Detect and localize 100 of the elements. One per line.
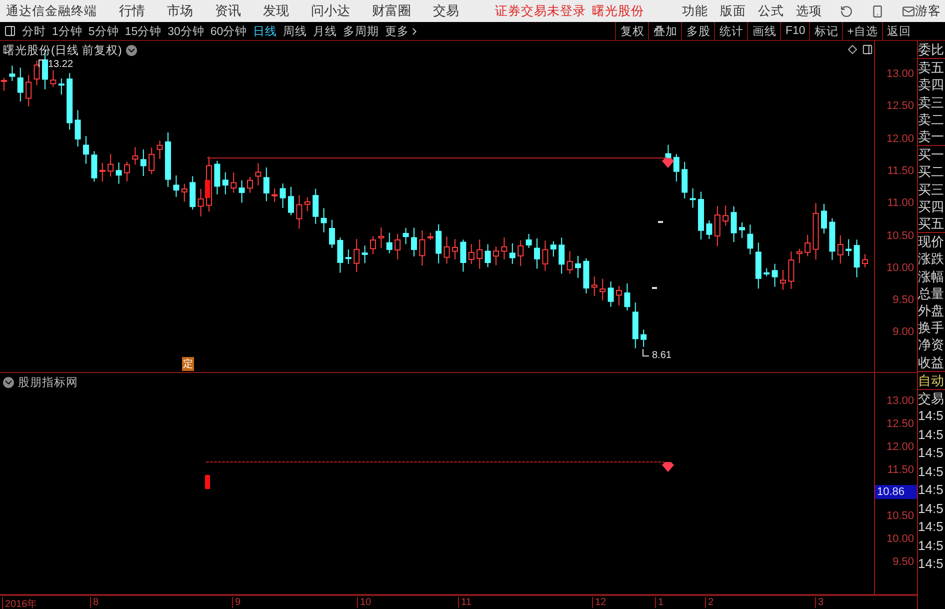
quote-field-label: 涨幅 bbox=[918, 268, 945, 285]
chart-title: 曙光股份(日线 前复权) bbox=[3, 44, 122, 58]
period-tab[interactable]: 多周期 bbox=[343, 24, 380, 38]
quote-field-label: 买五 bbox=[918, 215, 945, 232]
price-axis-label: 10.00 bbox=[886, 262, 914, 274]
menu-item[interactable]: 市场 bbox=[167, 2, 193, 20]
period-tab[interactable]: 分时 bbox=[22, 24, 46, 38]
dropdown-icon[interactable] bbox=[126, 45, 137, 56]
quote-field-label: 换手 bbox=[918, 319, 945, 336]
quote-field-label: 买三 bbox=[918, 180, 945, 198]
tool-menu-item[interactable]: 公式 bbox=[758, 2, 784, 20]
price-axis-label: 9.50 bbox=[892, 294, 914, 306]
period-tab[interactable]: 30分钟 bbox=[168, 24, 204, 38]
price-axis-label: 11.50 bbox=[887, 164, 914, 177]
current-price-label: 10.86 bbox=[875, 485, 917, 500]
trade-time: 14:5 bbox=[918, 462, 944, 481]
quote-field-label: 卖五 bbox=[918, 59, 945, 76]
gem-icon bbox=[662, 158, 674, 168]
quote-field-label: 现价 bbox=[918, 233, 945, 250]
toolbar-button[interactable]: 画线 bbox=[747, 22, 780, 40]
date-axis-label: 8 bbox=[90, 597, 99, 608]
trade-time: 14:5 bbox=[918, 500, 944, 518]
quote-field-label: 卖一 bbox=[918, 128, 945, 146]
trade-time: 14:5 bbox=[918, 518, 944, 536]
period-tab[interactable]: 月线 bbox=[313, 24, 338, 38]
menu-item[interactable]: 交易 bbox=[433, 2, 459, 20]
trade-label: 交易 bbox=[918, 390, 945, 408]
quote-field-label: 卖三 bbox=[918, 94, 945, 111]
price-axis-label: 12.00 bbox=[886, 132, 914, 145]
date-axis-label: 12 bbox=[592, 597, 606, 608]
quote-field-label: 卖二 bbox=[918, 110, 945, 128]
quote-field-label: 卖四 bbox=[918, 76, 945, 94]
period-tab[interactable]: 周线 bbox=[283, 24, 308, 38]
diamond-icon[interactable] bbox=[848, 45, 857, 54]
leader-line bbox=[642, 349, 650, 357]
price-axis-label: 12.50 bbox=[886, 418, 914, 430]
toolbar-button[interactable]: 复权 bbox=[615, 22, 648, 40]
trade-time: 14:5 bbox=[918, 444, 944, 462]
toolbar-button[interactable]: 多股 bbox=[681, 22, 714, 40]
toolbar-button[interactable]: F10 bbox=[780, 22, 810, 40]
status-notice: 曙光股份 bbox=[592, 2, 644, 20]
period-tab[interactable]: 1分钟 bbox=[52, 24, 82, 38]
quote-field-label: 净资 bbox=[918, 336, 945, 354]
period-tab[interactable]: 5分钟 bbox=[88, 24, 119, 38]
high-price-label: 13.22 bbox=[48, 59, 74, 70]
marker-badge: 定 bbox=[182, 357, 194, 372]
trade-time: 14:5 bbox=[918, 407, 944, 426]
quote-field-label: 买二 bbox=[918, 163, 945, 181]
quote-field-label: 涨跌 bbox=[918, 250, 945, 268]
trade-time: 14:5 bbox=[918, 555, 944, 574]
date-axis-label: 9 bbox=[232, 597, 241, 608]
price-axis-label: 10.00 bbox=[886, 533, 914, 546]
menu-item[interactable]: 问小达 bbox=[311, 2, 350, 20]
signal-bar bbox=[205, 180, 210, 198]
refresh-icon[interactable] bbox=[840, 4, 853, 18]
price-axis-label: 11.50 bbox=[887, 464, 914, 476]
trade-time: 14:5 bbox=[918, 426, 944, 444]
period-tab[interactable]: 15分钟 bbox=[124, 24, 162, 38]
quote-field-label: 收益 bbox=[918, 354, 945, 371]
menu-item[interactable]: 行情 bbox=[119, 2, 145, 20]
toolbar-button[interactable]: 返回 bbox=[882, 22, 915, 40]
trade-time: 14:5 bbox=[918, 536, 944, 555]
price-axis-label: 12.50 bbox=[886, 100, 914, 112]
mail-icon[interactable] bbox=[902, 4, 915, 18]
toolbar-button[interactable]: 标记 bbox=[809, 22, 842, 40]
period-tab[interactable]: 日线 bbox=[253, 24, 278, 38]
price-axis-label: 12.00 bbox=[886, 441, 914, 454]
more-menu[interactable]: 更多 bbox=[385, 24, 410, 38]
price-axis-label: 10.50 bbox=[886, 230, 914, 242]
leader-line bbox=[38, 59, 46, 67]
signal-bar bbox=[205, 475, 210, 490]
panel-toggle-icon[interactable] bbox=[862, 44, 873, 55]
toolbar-button[interactable]: 统计 bbox=[714, 22, 748, 40]
low-price-label: 8.61 bbox=[652, 350, 672, 361]
toolbar-button[interactable]: 叠加 bbox=[648, 22, 682, 40]
date-axis-label: 1 bbox=[655, 597, 664, 608]
dash-mark bbox=[652, 287, 657, 289]
tool-menu-item[interactable]: 选项 bbox=[796, 2, 822, 20]
user-name[interactable]: 游客 bbox=[915, 2, 941, 20]
price-axis-label: 9.50 bbox=[892, 556, 914, 568]
menu-item[interactable]: 资讯 bbox=[215, 2, 241, 20]
price-axis-label: 9.00 bbox=[892, 326, 914, 338]
quote-field-label: 委比 bbox=[918, 41, 945, 58]
tool-menu-item[interactable]: 版面 bbox=[720, 2, 746, 20]
status-notice: 证券交易未登录 bbox=[495, 2, 586, 20]
price-axis-label: 10.50 bbox=[886, 510, 914, 522]
period-tab[interactable]: 60分钟 bbox=[210, 24, 248, 38]
toolbar-button[interactable]: +自选 bbox=[842, 22, 882, 40]
price-axis-label: 11.00 bbox=[887, 197, 914, 210]
panel-toggle-icon[interactable] bbox=[4, 25, 16, 37]
menu-item[interactable]: 财富圈 bbox=[372, 2, 411, 20]
dropdown-icon[interactable] bbox=[3, 377, 14, 388]
auto-label[interactable]: 自动 bbox=[918, 372, 945, 390]
date-axis-label: 2016年 bbox=[2, 597, 38, 609]
phone-icon[interactable] bbox=[871, 4, 884, 18]
dash-mark bbox=[658, 221, 663, 223]
tool-menu-item[interactable]: 功能 bbox=[682, 2, 708, 20]
quote-field-label: 外盘 bbox=[918, 302, 945, 320]
app-title: 通达信金融终端 bbox=[6, 2, 97, 20]
menu-item[interactable]: 发现 bbox=[263, 2, 289, 20]
